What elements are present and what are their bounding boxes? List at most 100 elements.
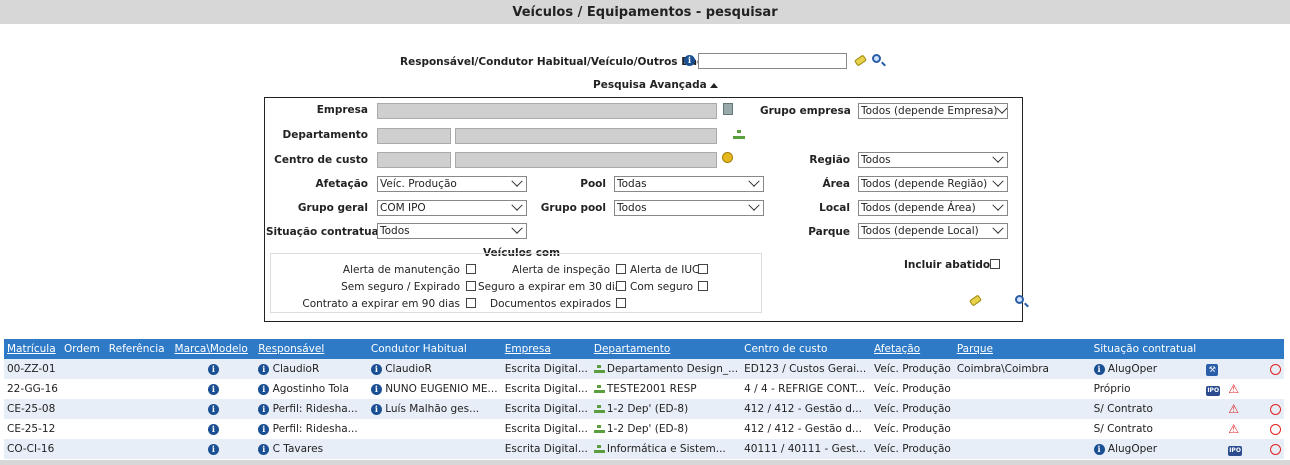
alerta-inspecao-checkbox[interactable] [616, 264, 626, 274]
info-icon[interactable]: i [258, 443, 270, 455]
cell-matricula[interactable]: 22-GG-16 [4, 379, 61, 399]
cell-action-1: IPO [1203, 379, 1225, 399]
info-icon[interactable]: i [370, 383, 382, 395]
header-responsavel[interactable]: Responsável [255, 339, 368, 359]
table-row[interactable]: CE-25-12 i i Perfil: Ridesha... Escrita … [4, 419, 1284, 439]
cell-empresa: Escrita Digital... [504, 423, 588, 435]
regiao-label: Região [809, 154, 850, 166]
info-icon[interactable]: i [684, 55, 695, 66]
centro-custo-code-field[interactable] [377, 152, 451, 168]
search-input[interactable] [698, 53, 847, 69]
info-icon[interactable]: i [207, 383, 219, 395]
contrato-expirar-checkbox[interactable] [466, 298, 476, 308]
info-icon[interactable]: i [258, 383, 270, 395]
centro-custo-name-field[interactable] [455, 152, 717, 168]
org-tree-icon[interactable] [733, 130, 746, 140]
cell-action-3 [1247, 359, 1284, 379]
warning-icon[interactable]: ⚠ [1228, 382, 1239, 396]
header-condutor: Condutor Habitual [370, 343, 467, 355]
grupo-geral-select[interactable]: COM IPO [377, 200, 527, 216]
org-tree-icon [593, 424, 605, 434]
wrench-icon[interactable]: ⚒ [1206, 363, 1219, 376]
departamento-text: TESTE2001 RESP [606, 383, 697, 395]
info-icon[interactable]: i [370, 403, 382, 415]
search-icon[interactable] [872, 54, 881, 63]
header-parque[interactable]: Parque [954, 339, 1091, 359]
responsavel-text: ClaudioR [272, 363, 320, 375]
chevron-down-icon [511, 177, 523, 187]
warning-icon[interactable]: ⚠ [1228, 422, 1239, 436]
incluir-abatidos-label: Incluir abatidos [904, 259, 997, 271]
cell-afetacao: Veíc. Produção [874, 443, 951, 455]
sem-seguro-checkbox[interactable] [466, 281, 476, 291]
ipo-badge-icon[interactable]: IPO [1206, 385, 1221, 396]
cell-matricula[interactable]: CE-25-12 [4, 419, 61, 439]
com-seguro-checkbox[interactable] [698, 281, 708, 291]
cell-action-3 [1247, 399, 1284, 419]
situacao-value: Todos [380, 225, 410, 237]
info-icon[interactable]: i [258, 363, 270, 375]
chevron-down-icon [511, 224, 523, 234]
empresa-field[interactable] [377, 103, 717, 119]
cell-matricula[interactable]: CO-CI-16 [4, 439, 61, 459]
afetacao-select[interactable]: Veíc. Produção [377, 176, 527, 192]
info-icon[interactable]: i [258, 403, 270, 415]
alerta-manutencao-checkbox[interactable] [466, 264, 476, 274]
regiao-select[interactable]: Todos [858, 152, 1008, 168]
alerta-inspecao-label: Alerta de inspeção [511, 264, 610, 276]
info-icon[interactable]: i [258, 423, 270, 435]
cell-matricula[interactable]: CE-25-08 [4, 399, 61, 419]
cell-ordem [61, 379, 106, 399]
seguro-expirar-checkbox[interactable] [616, 281, 626, 291]
info-icon[interactable]: i [207, 443, 219, 455]
chevron-down-icon [748, 177, 760, 187]
circle-icon[interactable] [1270, 423, 1281, 435]
cell-action-2: ⚠ [1225, 419, 1247, 439]
coins-icon[interactable] [722, 152, 733, 163]
warning-icon[interactable]: ⚠ [1228, 402, 1239, 416]
circle-icon[interactable] [1270, 363, 1281, 375]
cell-action-3 [1247, 419, 1284, 439]
grupo-pool-select[interactable]: Todos [614, 200, 764, 216]
building-icon[interactable] [723, 103, 733, 115]
header-afetacao[interactable]: Afetação [871, 339, 954, 359]
org-tree-icon [593, 444, 605, 454]
header-departamento[interactable]: Departamento [591, 339, 741, 359]
bottom-scrollbar[interactable] [0, 460, 1290, 465]
grupo-empresa-select[interactable]: Todos (depende Empresa) [858, 103, 1008, 119]
table-row[interactable]: CE-25-08 i i Perfil: Ridesha... i Luís M… [4, 399, 1284, 419]
search-icon[interactable] [1014, 295, 1024, 304]
responsavel-text: Perfil: Ridesha... [272, 423, 358, 435]
documentos-expirados-checkbox[interactable] [616, 298, 626, 308]
cell-situacao: i AlugOper [1091, 439, 1204, 459]
header-matricula[interactable]: Matrícula [4, 339, 61, 359]
table-row[interactable]: 00-ZZ-01 i i ClaudioR i ClaudioR Escrita… [4, 359, 1284, 379]
area-select[interactable]: Todos (depende Região) [858, 176, 1008, 192]
advanced-search-toggle[interactable]: Pesquisa Avançada [593, 79, 718, 91]
circle-icon[interactable] [1270, 443, 1281, 455]
departamento-name-field[interactable] [455, 128, 717, 144]
header-empresa[interactable]: Empresa [502, 339, 591, 359]
circle-icon[interactable] [1270, 403, 1281, 415]
pool-select[interactable]: Todas [614, 176, 764, 192]
header-marca-modelo[interactable]: Marca\Modelo [172, 339, 256, 359]
situacao-select[interactable]: Todos [377, 223, 527, 239]
alerta-iuc-checkbox[interactable] [698, 264, 708, 274]
incluir-abatidos-checkbox[interactable] [990, 259, 1000, 269]
parque-select[interactable]: Todos (depende Local) [858, 223, 1008, 239]
info-icon[interactable]: i [207, 423, 219, 435]
local-select[interactable]: Todos (depende Área) [858, 200, 1008, 216]
eraser-icon[interactable] [853, 54, 868, 67]
info-icon[interactable]: i [370, 363, 382, 375]
table-row[interactable]: 22-GG-16 i i Agostinho Tola i NUNO EUGEN… [4, 379, 1284, 399]
info-icon[interactable]: i [1093, 363, 1105, 375]
table-row[interactable]: CO-CI-16 i i C Tavares Escrita Digital..… [4, 439, 1284, 459]
info-icon[interactable]: i [1093, 443, 1105, 455]
cell-marca-modelo: i [172, 419, 256, 439]
ipo-badge-icon[interactable]: IPO [1228, 445, 1242, 456]
situacao-label: Situação contratual [266, 226, 383, 238]
cell-matricula[interactable]: 00-ZZ-01 [4, 359, 61, 379]
info-icon[interactable]: i [207, 363, 219, 375]
info-icon[interactable]: i [207, 403, 219, 415]
departamento-code-field[interactable] [377, 128, 451, 144]
